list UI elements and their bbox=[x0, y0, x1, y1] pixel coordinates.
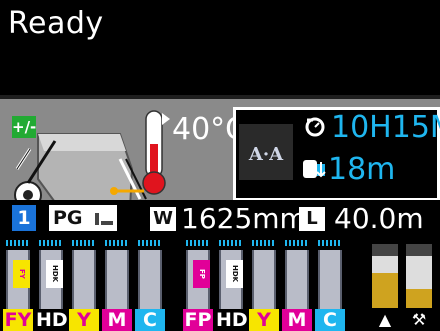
ink-level-bar bbox=[318, 250, 342, 310]
ink-sticker-label: HDK bbox=[226, 260, 243, 288]
ink-level-bar bbox=[105, 250, 129, 310]
ink-cartridge-m: M bbox=[282, 240, 312, 331]
platen-gap-label: PG bbox=[53, 207, 83, 229]
waste-ink-icon: ▲ bbox=[378, 310, 392, 329]
platen-gap-badge: PG bbox=[49, 205, 117, 231]
heater-adjust-badge: +/- bbox=[12, 116, 37, 138]
media-slot-badge: 1 bbox=[12, 205, 36, 231]
ink-color-label: M bbox=[282, 309, 312, 331]
ink-cartridge-m: M bbox=[102, 240, 132, 331]
ink-sticker-label: FY bbox=[13, 260, 30, 288]
status-bar: Ready bbox=[0, 0, 440, 95]
ink-chip-indicator bbox=[138, 240, 162, 246]
ink-level-bar bbox=[252, 250, 276, 310]
width-badge: W bbox=[150, 207, 176, 231]
ink-chip-indicator bbox=[72, 240, 96, 246]
ink-color-label: HDK bbox=[36, 309, 83, 331]
ink-color-label: FP bbox=[183, 309, 213, 331]
media-remaining-icon bbox=[303, 158, 327, 184]
ink-level-bar: FY bbox=[6, 250, 30, 310]
media-length: 40.0m bbox=[334, 202, 424, 235]
ink-chip-indicator bbox=[186, 240, 210, 246]
ink-chip-indicator bbox=[285, 240, 309, 246]
maintenance-box: ⚒ bbox=[404, 240, 434, 331]
ink-color-label: C bbox=[135, 309, 165, 331]
svg-text:A·A: A·A bbox=[248, 144, 284, 165]
ink-level-bar bbox=[72, 250, 96, 310]
length-badge: L bbox=[299, 207, 325, 231]
ink-sticker-label: HDK bbox=[46, 260, 63, 288]
platen-gap-icon bbox=[95, 212, 114, 225]
ink-chip-indicator bbox=[105, 240, 129, 246]
ink-level-bar: HDK bbox=[219, 250, 243, 310]
ink-cartridge-c: C bbox=[315, 240, 345, 331]
ink-cartridge-y: Y bbox=[69, 240, 99, 331]
media-width: 1625mm bbox=[181, 202, 307, 235]
maintenance-icon: ⚒ bbox=[411, 310, 427, 329]
ink-color-label: HDK bbox=[216, 309, 263, 331]
ink-chip-indicator bbox=[318, 240, 342, 246]
ink-color-label: C bbox=[315, 309, 345, 331]
ink-color-label: Y bbox=[69, 309, 99, 331]
print-quality-icon: A·A bbox=[237, 120, 295, 184]
ink-color-label: FY bbox=[3, 309, 33, 331]
timer-icon bbox=[303, 114, 327, 142]
ink-cartridge-c: C bbox=[135, 240, 165, 331]
time-remaining: 10H15M bbox=[331, 110, 440, 145]
ink-chip-indicator bbox=[6, 240, 30, 246]
status-text: Ready bbox=[8, 6, 104, 41]
printer-screen: Ready +/- 40°C A·A 10H15 18m 1 PG W 1625… bbox=[0, 0, 440, 331]
ink-chip-indicator bbox=[219, 240, 243, 246]
waste-ink-bottle: ▲ bbox=[370, 240, 400, 331]
ink-level-bar: HDK bbox=[39, 250, 63, 310]
ink-sticker-label: FP bbox=[193, 260, 210, 288]
ink-level-bar: FP bbox=[186, 250, 210, 310]
ink-cartridge-y: Y bbox=[249, 240, 279, 331]
ink-cartridge-hdk: HDK HDK bbox=[36, 240, 83, 331]
ink-cartridge-hdk: HDK HDK bbox=[216, 240, 263, 331]
media-remaining: 18m bbox=[328, 152, 396, 187]
ink-color-label: M bbox=[102, 309, 132, 331]
ink-chip-indicator bbox=[252, 240, 276, 246]
ink-level-bar bbox=[285, 250, 309, 310]
ink-cartridge-fp: FP FP bbox=[183, 240, 213, 331]
waste-level-fill bbox=[406, 288, 432, 308]
ink-chip-indicator bbox=[39, 240, 63, 246]
ink-cartridge-fy: FY FY bbox=[3, 240, 33, 331]
ink-color-label: Y bbox=[249, 309, 279, 331]
ink-level-bar bbox=[138, 250, 162, 310]
waste-level-fill bbox=[372, 272, 398, 308]
